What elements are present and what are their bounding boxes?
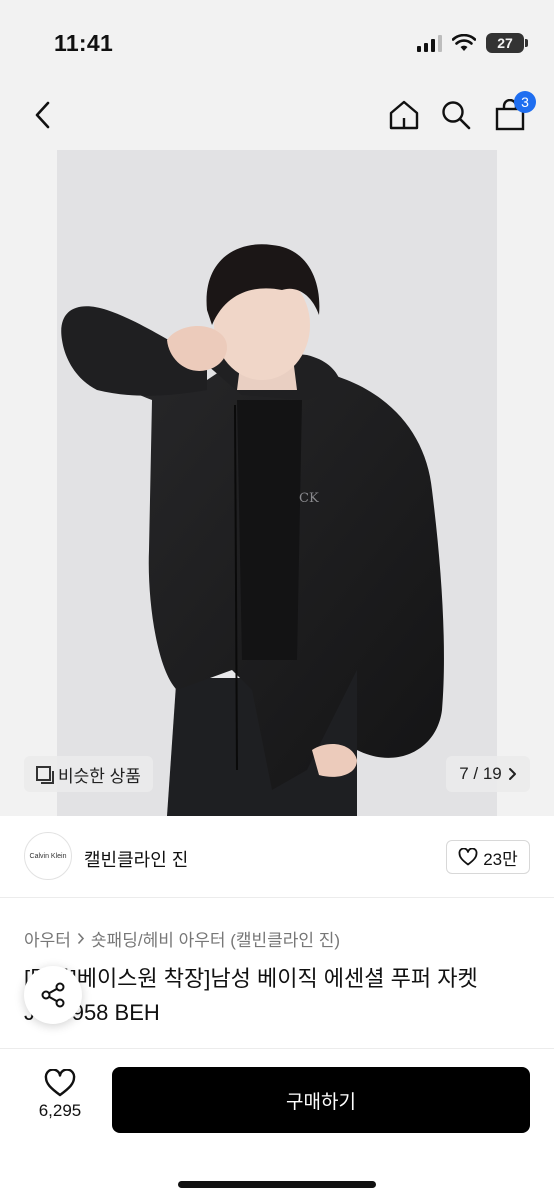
search-icon [442, 101, 471, 130]
wishlist-count: 6,295 [38, 1101, 82, 1120]
home-button[interactable] [382, 93, 426, 137]
model-wearing-jacket-image: CK [57, 150, 497, 816]
home-indicator [178, 1181, 376, 1188]
status-time: 11:41 [54, 30, 114, 56]
breadcrumb-category[interactable]: 아우터 [24, 926, 71, 951]
battery-level: 27 [497, 35, 513, 51]
jacket-logo: CK [299, 491, 319, 506]
similar-items-icon [36, 766, 54, 784]
top-navigation: 3 [0, 80, 554, 150]
breadcrumb: 아우터 숏패딩/헤비 아우터 (캘빈클라인 진) [24, 926, 340, 951]
status-icons: 27 [417, 33, 528, 53]
wifi-icon [452, 34, 476, 51]
brand-row[interactable]: Calvin Klein 캘빈클라인 진 23만 [0, 816, 554, 898]
cart-button[interactable]: 3 [488, 91, 536, 137]
similar-products-button[interactable]: 비슷한 상품 [24, 756, 153, 792]
similar-products-label: 비슷한 상품 [58, 766, 141, 786]
home-icon [389, 100, 419, 130]
status-bar: 11:41 27 [0, 0, 554, 80]
bottom-action-bar: 6,295 구매하기 [0, 1048, 554, 1200]
buy-button[interactable]: 구매하기 [112, 1067, 530, 1133]
breadcrumb-subcategory[interactable]: 숏패딩/헤비 아우터 (캘빈클라인 진) [91, 926, 340, 951]
share-button[interactable] [24, 966, 82, 1024]
battery-icon: 27 [486, 33, 528, 53]
product-title: [단독]베이스원 착장]남성 베이직 에센셜 푸퍼 자켓 J326958 BEH [24, 966, 478, 1025]
cart-count-badge: 3 [514, 91, 536, 113]
brand-like-button[interactable]: 23만 [446, 840, 530, 874]
share-icon [41, 982, 65, 1008]
brand-like-count: 23만 [483, 849, 518, 869]
page-indicator-text: 7 / 19 [459, 764, 502, 783]
chevron-left-icon [35, 101, 50, 129]
back-button[interactable] [20, 93, 64, 137]
product-photo: CK [57, 150, 497, 816]
chevron-right-icon [508, 768, 516, 780]
heart-icon [44, 1069, 76, 1097]
image-page-indicator[interactable]: 7 / 19 [446, 756, 530, 792]
chevron-right-icon [77, 932, 84, 945]
heart-icon [458, 848, 478, 866]
brand-logo-text: Calvin Klein [29, 852, 67, 860]
brand-name[interactable]: 캘빈클라인 진 [84, 846, 188, 872]
cellular-signal-icon [417, 34, 442, 52]
wishlist-button[interactable]: 6,295 [24, 1069, 96, 1133]
search-button[interactable] [434, 93, 478, 137]
product-image-carousel[interactable]: CK 비슷한 상품 7 / 19 [0, 150, 554, 816]
brand-logo[interactable]: Calvin Klein [24, 832, 72, 880]
